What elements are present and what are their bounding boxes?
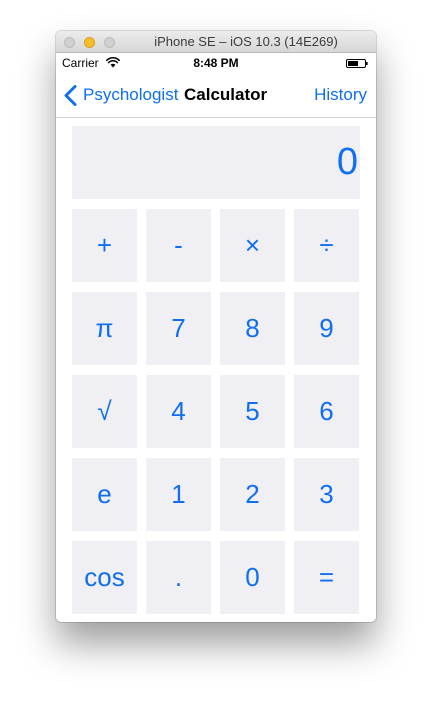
battery-icon bbox=[346, 59, 368, 68]
digit-0-key[interactable]: 0 bbox=[220, 541, 285, 614]
keypad: + - × ÷ π 7 8 9 √ 4 5 6 e 1 2 3 cos . 0 … bbox=[72, 209, 360, 614]
history-button[interactable]: History bbox=[314, 84, 367, 106]
chevron-left-icon bbox=[64, 85, 77, 106]
equals-key[interactable]: = bbox=[294, 541, 359, 614]
page-title: Calculator bbox=[184, 85, 268, 104]
minimize-window-button[interactable] bbox=[84, 37, 95, 48]
navigation-bar: Psychologist Calculator History bbox=[56, 73, 376, 118]
digit-5-key[interactable]: 5 bbox=[220, 375, 285, 448]
digit-2-key[interactable]: 2 bbox=[220, 458, 285, 531]
subtract-key[interactable]: - bbox=[146, 209, 211, 282]
back-button-label: Psychologist bbox=[83, 85, 179, 104]
status-time: 8:48 PM bbox=[193, 56, 239, 70]
digit-4-key[interactable]: 4 bbox=[146, 375, 211, 448]
cosine-key[interactable]: cos bbox=[72, 541, 137, 614]
zoom-window-button[interactable] bbox=[104, 37, 115, 48]
digit-3-key[interactable]: 3 bbox=[294, 458, 359, 531]
add-key[interactable]: + bbox=[72, 209, 137, 282]
divide-key[interactable]: ÷ bbox=[294, 209, 359, 282]
square-root-key[interactable]: √ bbox=[72, 375, 137, 448]
status-bar: Carrier 8:48 PM bbox=[56, 53, 376, 73]
digit-7-key[interactable]: 7 bbox=[146, 292, 211, 365]
pi-key[interactable]: π bbox=[72, 292, 137, 365]
digit-6-key[interactable]: 6 bbox=[294, 375, 359, 448]
simulator-window: iPhone SE – iOS 10.3 (14E269) Carrier 8:… bbox=[56, 31, 376, 622]
multiply-key[interactable]: × bbox=[220, 209, 285, 282]
calculator-display: 0 bbox=[72, 126, 360, 199]
digit-1-key[interactable]: 1 bbox=[146, 458, 211, 531]
window-titlebar: iPhone SE – iOS 10.3 (14E269) bbox=[56, 31, 376, 53]
digit-8-key[interactable]: 8 bbox=[220, 292, 285, 365]
digit-9-key[interactable]: 9 bbox=[294, 292, 359, 365]
decimal-point-key[interactable]: . bbox=[146, 541, 211, 614]
euler-e-key[interactable]: e bbox=[72, 458, 137, 531]
close-window-button[interactable] bbox=[64, 37, 75, 48]
window-title: iPhone SE – iOS 10.3 (14E269) bbox=[154, 34, 338, 49]
